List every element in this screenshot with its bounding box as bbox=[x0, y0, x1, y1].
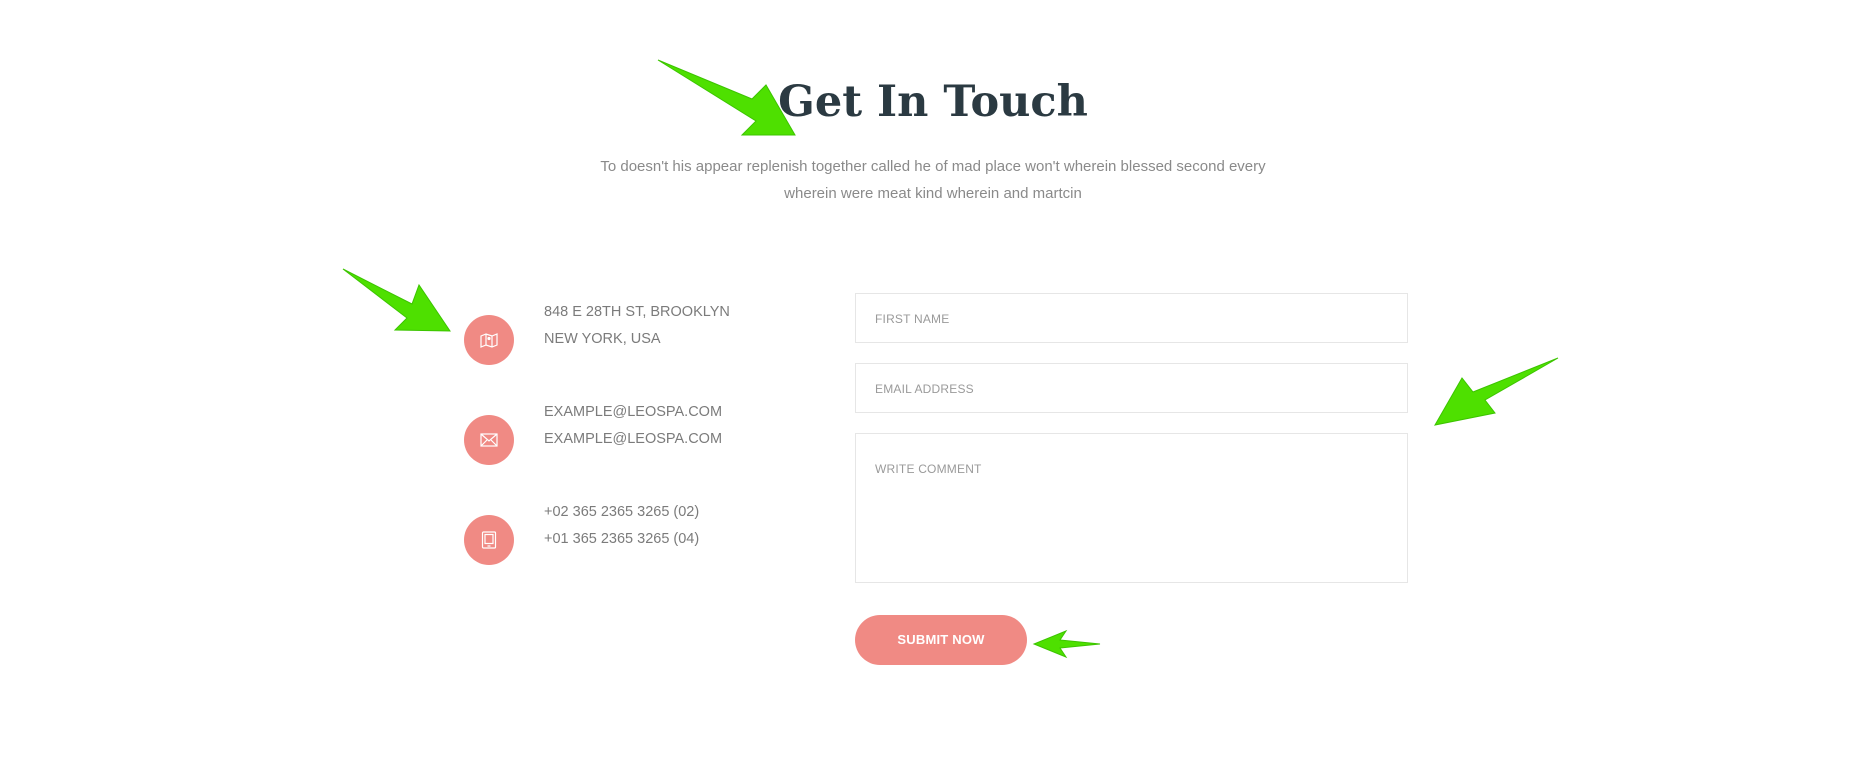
annotation-arrow-submit bbox=[1032, 629, 1101, 659]
page-title: Get In Touch bbox=[778, 77, 1088, 127]
email-text: EXAMPLE@LEOSPA.COM EXAMPLE@LEOSPA.COM bbox=[544, 399, 722, 453]
annotation-arrow-form bbox=[1434, 357, 1559, 426]
phone-line-2: +01 365 2365 3265 (04) bbox=[544, 531, 700, 547]
annotation-arrow-contact bbox=[342, 268, 451, 332]
email-placeholder: EMAIL ADDRESS bbox=[875, 382, 974, 396]
phone-line-1: +02 365 2365 3265 (02) bbox=[544, 504, 700, 520]
contact-address: 848 E 28TH ST, BROOKLYN NEW YORK, USA bbox=[464, 304, 730, 365]
first-name-placeholder: FIRST NAME bbox=[875, 312, 950, 326]
contact-email: EXAMPLE@LEOSPA.COM EXAMPLE@LEOSPA.COM bbox=[464, 404, 722, 465]
envelope-icon bbox=[464, 415, 514, 465]
tablet-icon bbox=[464, 515, 514, 565]
subtitle-line-1: To doesn't his appear replenish together… bbox=[600, 158, 1266, 175]
address-line-2: NEW YORK, USA bbox=[544, 331, 661, 347]
address-line-1: 848 E 28TH ST, BROOKLYN bbox=[544, 304, 730, 320]
email-line-2: EXAMPLE@LEOSPA.COM bbox=[544, 431, 723, 447]
subtitle-line-2: wherein were meat kind wherein and martc… bbox=[784, 185, 1082, 202]
submit-button[interactable]: SUBMIT NOW bbox=[855, 615, 1027, 665]
first-name-field[interactable]: FIRST NAME bbox=[855, 293, 1408, 343]
comment-placeholder: WRITE COMMENT bbox=[875, 462, 982, 476]
map-icon bbox=[464, 315, 514, 365]
section-subtitle: To doesn't his appear replenish together… bbox=[600, 153, 1266, 207]
contact-phone: +02 365 2365 3265 (02) +01 365 2365 3265… bbox=[464, 504, 699, 565]
annotation-arrow-title bbox=[657, 59, 796, 136]
address-text: 848 E 28TH ST, BROOKLYN NEW YORK, USA bbox=[544, 299, 730, 353]
comment-field[interactable]: WRITE COMMENT bbox=[855, 433, 1408, 583]
email-line-1: EXAMPLE@LEOSPA.COM bbox=[544, 404, 723, 420]
phone-text: +02 365 2365 3265 (02) +01 365 2365 3265… bbox=[544, 499, 699, 553]
email-field[interactable]: EMAIL ADDRESS bbox=[855, 363, 1408, 413]
